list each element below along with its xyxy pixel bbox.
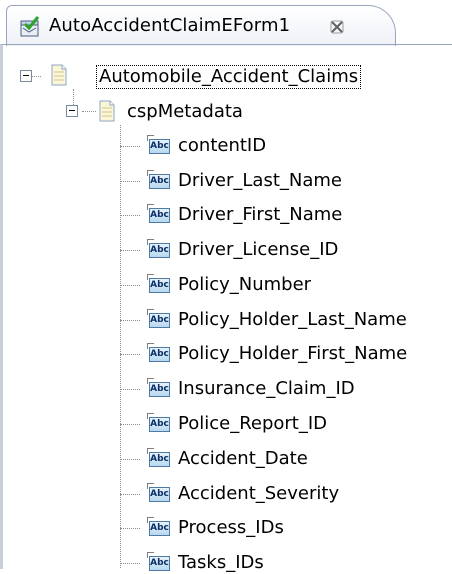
text-field-icon: Abc	[147, 413, 170, 432]
tree-node-field[interactable]: Driver_Last_Name	[178, 170, 342, 192]
text-field-icon: Abc	[147, 483, 170, 502]
metadata-collapse-toggle[interactable]	[66, 105, 78, 117]
text-field-icon: Abc	[147, 517, 170, 536]
eform-document-icon	[20, 16, 40, 37]
tree-node-field[interactable]: Driver_First_Name	[178, 204, 342, 226]
tree-node-field[interactable]: Policy_Holder_Last_Name	[178, 309, 407, 331]
tree-node-field[interactable]: Police_Report_ID	[178, 413, 327, 435]
tab-bar: AutoAccidentClaimEForm1	[0, 0, 452, 46]
metadata-document-icon	[99, 100, 115, 122]
tree-view: Automobile_Accident_Claims cspMetadata A…	[0, 44, 452, 573]
tree-node-field[interactable]: Process_IDs	[178, 517, 284, 539]
text-field-icon: Abc	[147, 274, 170, 293]
tree-node-cspmetadata[interactable]: cspMetadata	[127, 101, 243, 123]
root-collapse-toggle[interactable]	[20, 70, 32, 82]
text-field-icon: Abc	[147, 135, 170, 154]
tree-node-field[interactable]: Tasks_IDs	[178, 552, 264, 574]
editor-view: AutoAccidentClaimEForm1 Automobile_Accid…	[0, 0, 452, 573]
text-field-icon: Abc	[147, 448, 170, 467]
text-field-icon: Abc	[147, 309, 170, 328]
tree-node-field[interactable]: Policy_Number	[178, 274, 311, 296]
text-field-icon: Abc	[147, 343, 170, 362]
tree-node-field[interactable]: Policy_Holder_First_Name	[178, 343, 407, 365]
tab-title: AutoAccidentClaimEForm1	[49, 15, 291, 36]
tab-autoaccidentclaimeform1[interactable]: AutoAccidentClaimEForm1	[6, 5, 396, 46]
text-field-icon: Abc	[147, 170, 170, 189]
tree-node-field[interactable]: Accident_Severity	[178, 483, 339, 505]
tree-node-field[interactable]: Accident_Date	[178, 448, 308, 470]
root-document-icon	[51, 64, 67, 86]
tree-node-field[interactable]: contentID	[178, 135, 266, 157]
tree-node-field[interactable]: Driver_License_ID	[178, 239, 338, 261]
tree-node-root[interactable]: Automobile_Accident_Claims	[96, 65, 362, 89]
close-icon[interactable]	[329, 19, 345, 35]
text-field-icon: Abc	[147, 378, 170, 397]
text-field-icon: Abc	[147, 239, 170, 258]
text-field-icon: Abc	[147, 204, 170, 223]
tree-node-field[interactable]: Insurance_Claim_ID	[178, 378, 355, 400]
